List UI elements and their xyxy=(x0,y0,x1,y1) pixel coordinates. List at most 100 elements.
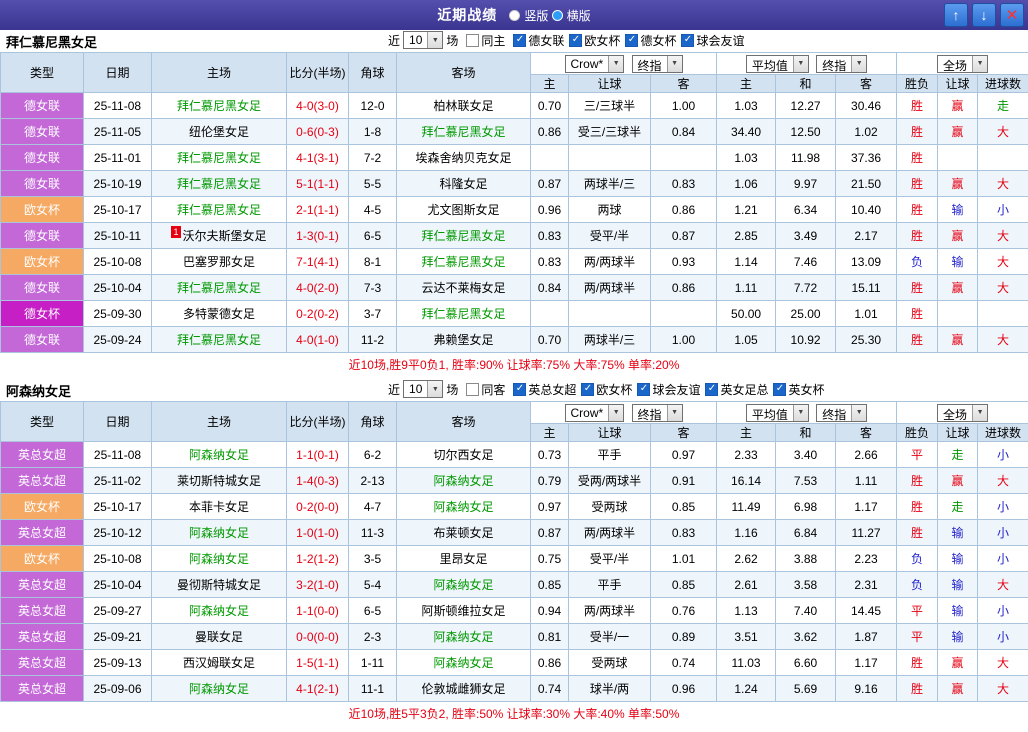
odds-time-select[interactable]: 终指▼ xyxy=(632,404,683,422)
away-team[interactable]: 柏林联女足 xyxy=(397,93,531,119)
col-header-corner: 角球 xyxy=(349,53,397,93)
match-date: 25-10-19 xyxy=(84,171,152,197)
home-team[interactable]: 西汉姆联女足 xyxy=(152,650,287,676)
team-name: 拜仁慕尼黑女足 xyxy=(421,307,505,321)
same-venue-checkbox[interactable]: 同客 xyxy=(466,381,505,398)
home-team[interactable]: 阿森纳女足 xyxy=(152,520,287,546)
home-team[interactable]: 拜仁慕尼黑女足 xyxy=(152,145,287,171)
league-filter-checkbox[interactable]: ✓英女足总 xyxy=(705,381,768,398)
home-team[interactable]: 拜仁慕尼黑女足 xyxy=(152,93,287,119)
away-team[interactable]: 云达不莱梅女足 xyxy=(397,275,531,301)
league-badge: 德女联 xyxy=(1,275,84,301)
col-header-goals: 进球数 xyxy=(978,75,1028,93)
home-team[interactable]: 1沃尔夫斯堡女足 xyxy=(152,223,287,249)
home-team[interactable]: 阿森纳女足 xyxy=(152,598,287,624)
home-handicap-odds: 0.83 xyxy=(531,223,569,249)
match-row: 欧女杯25-10-08巴塞罗那女足7-1(4-1)8-1拜仁慕尼黑女足0.83两… xyxy=(1,249,1028,275)
goals-result-flag xyxy=(978,301,1028,327)
close-button[interactable]: ✕ xyxy=(1000,3,1024,27)
avg-time-select[interactable]: 终指▼ xyxy=(816,404,867,422)
league-filter-checkbox[interactable]: ✓英女杯 xyxy=(773,381,824,398)
team-name: 阿森纳女足 xyxy=(189,526,249,540)
handicap-line: 平手 xyxy=(569,442,651,468)
home-team[interactable]: 莱切斯特城女足 xyxy=(152,468,287,494)
home-handicap-odds: 0.70 xyxy=(531,327,569,353)
home-team[interactable]: 阿森纳女足 xyxy=(152,546,287,572)
avg-odds-select[interactable]: 平均值▼ xyxy=(746,404,809,422)
avg-away-odds: 2.23 xyxy=(836,546,897,572)
odds-time-select[interactable]: 终指▼ xyxy=(632,55,683,73)
away-team[interactable]: 伦敦城雌狮女足 xyxy=(397,676,531,702)
layout-radio[interactable]: 横版 xyxy=(552,7,591,24)
away-team[interactable]: 切尔西女足 xyxy=(397,442,531,468)
away-team[interactable]: 阿森纳女足 xyxy=(397,624,531,650)
home-team[interactable]: 巴塞罗那女足 xyxy=(152,249,287,275)
away-team[interactable]: 科隆女足 xyxy=(397,171,531,197)
home-handicap-odds: 0.94 xyxy=(531,598,569,624)
home-team[interactable]: 拜仁慕尼黑女足 xyxy=(152,197,287,223)
goals-result-flag: 小 xyxy=(978,546,1028,572)
avg-home-odds: 1.05 xyxy=(717,327,776,353)
avg-odds-select[interactable]: 平均值▼ xyxy=(746,55,809,73)
odds-company-select[interactable]: Crow*▼ xyxy=(565,404,625,422)
home-team[interactable]: 纽伦堡女足 xyxy=(152,119,287,145)
away-team[interactable]: 阿森纳女足 xyxy=(397,468,531,494)
home-team[interactable]: 拜仁慕尼黑女足 xyxy=(152,275,287,301)
match-count-select[interactable]: 10▼ xyxy=(403,31,443,49)
league-filter-checkbox[interactable]: ✓英总女超 xyxy=(513,381,576,398)
corner-score: 11-1 xyxy=(349,676,397,702)
league-filter-checkbox[interactable]: ✓欧女杯 xyxy=(569,32,620,49)
scroll-up-button[interactable]: ↑ xyxy=(944,3,968,27)
away-team[interactable]: 里昂女足 xyxy=(397,546,531,572)
home-team[interactable]: 本菲卡女足 xyxy=(152,494,287,520)
home-team[interactable]: 多特蒙德女足 xyxy=(152,301,287,327)
scope-select[interactable]: 全场▼ xyxy=(937,404,988,422)
away-team[interactable]: 埃森舍纳贝克女足 xyxy=(397,145,531,171)
handicap-line: 受两/两球半 xyxy=(569,468,651,494)
away-team[interactable]: 拜仁慕尼黑女足 xyxy=(397,119,531,145)
away-team[interactable]: 拜仁慕尼黑女足 xyxy=(397,249,531,275)
handicap-result-flag: 输 xyxy=(938,572,978,598)
away-team[interactable]: 阿森纳女足 xyxy=(397,494,531,520)
away-handicap-odds: 0.87 xyxy=(651,223,717,249)
avg-away-odds: 10.40 xyxy=(836,197,897,223)
away-team[interactable]: 弗赖堡女足 xyxy=(397,327,531,353)
away-team[interactable]: 阿森纳女足 xyxy=(397,572,531,598)
away-team[interactable]: 阿森纳女足 xyxy=(397,650,531,676)
league-filter-checkbox[interactable]: ✓球会友谊 xyxy=(681,32,744,49)
scope-select-cell: 全场▼ xyxy=(897,53,1028,75)
league-filter-checkbox[interactable]: ✓球会友谊 xyxy=(637,381,700,398)
away-team[interactable]: 布莱顿女足 xyxy=(397,520,531,546)
home-team[interactable]: 曼彻斯特城女足 xyxy=(152,572,287,598)
result-flag: 胜 xyxy=(897,494,938,520)
team-name: 阿森纳女足 xyxy=(189,448,249,462)
avg-draw-odds: 6.60 xyxy=(776,650,836,676)
league-filter-checkbox[interactable]: ✓欧女杯 xyxy=(581,381,632,398)
home-team[interactable]: 拜仁慕尼黑女足 xyxy=(152,171,287,197)
away-handicap-odds: 1.00 xyxy=(651,327,717,353)
scroll-down-button[interactable]: ↓ xyxy=(972,3,996,27)
team-name: 阿森纳女足 xyxy=(189,682,249,696)
home-team[interactable]: 拜仁慕尼黑女足 xyxy=(152,327,287,353)
league-filter-checkbox[interactable]: ✓德女杯 xyxy=(625,32,676,49)
away-team[interactable]: 拜仁慕尼黑女足 xyxy=(397,301,531,327)
away-team[interactable]: 尤文图斯女足 xyxy=(397,197,531,223)
home-team[interactable]: 阿森纳女足 xyxy=(152,442,287,468)
result-flag: 胜 xyxy=(897,275,938,301)
home-team[interactable]: 阿森纳女足 xyxy=(152,676,287,702)
away-team[interactable]: 拜仁慕尼黑女足 xyxy=(397,223,531,249)
avg-time-select[interactable]: 终指▼ xyxy=(816,55,867,73)
layout-radio[interactable]: 竖版 xyxy=(509,7,548,24)
odds-company-select[interactable]: Crow*▼ xyxy=(565,55,625,73)
away-team[interactable]: 阿斯顿维拉女足 xyxy=(397,598,531,624)
scope-select[interactable]: 全场▼ xyxy=(937,55,988,73)
same-venue-checkbox[interactable]: 同主 xyxy=(466,32,505,49)
home-team[interactable]: 曼联女足 xyxy=(152,624,287,650)
league-filter-checkbox[interactable]: ✓德女联 xyxy=(513,32,564,49)
match-count-select[interactable]: 10▼ xyxy=(403,380,443,398)
score: 1-2(1-2) xyxy=(287,546,349,572)
avg-home-odds: 1.13 xyxy=(717,598,776,624)
corner-score: 6-5 xyxy=(349,598,397,624)
chevron-down-icon: ▼ xyxy=(427,381,442,397)
team-name: 阿森纳女足 xyxy=(433,578,493,592)
